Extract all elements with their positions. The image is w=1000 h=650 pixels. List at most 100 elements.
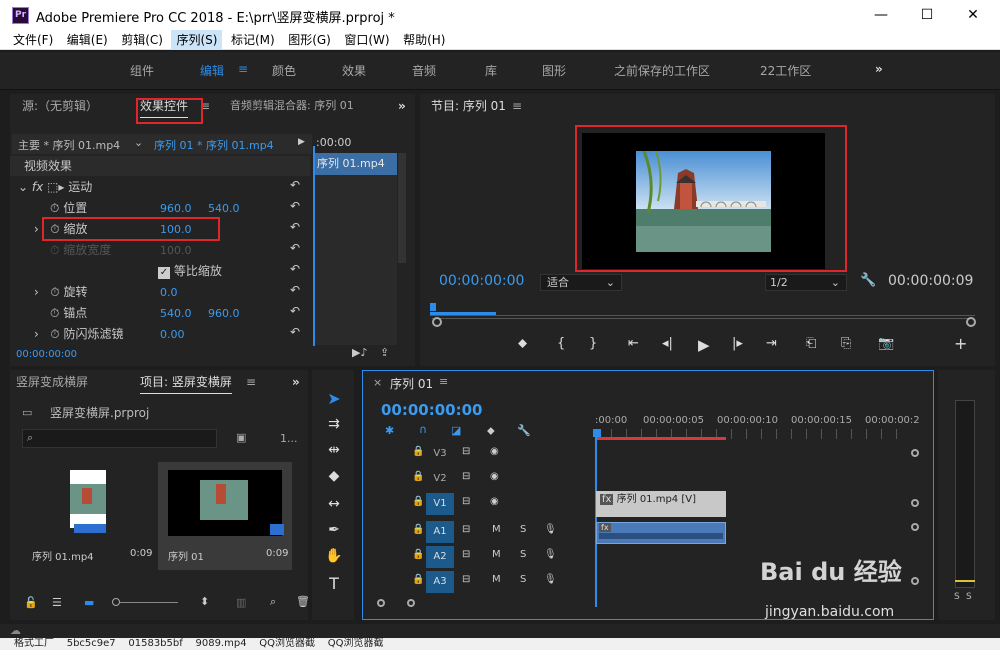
project-item-clip[interactable]: 序列 01.mp4 0:09 [22,462,156,570]
audio-scroll-handle-top[interactable] [911,523,919,531]
video-scroll-handle-bottom[interactable] [911,499,919,507]
wrench-icon[interactable]: 🔧 [860,273,876,288]
ec-scrollbar[interactable] [398,153,406,263]
track-label[interactable]: V2 [426,468,454,490]
step-forward-icon[interactable]: |▸ [732,336,743,351]
menu-graphics[interactable]: 图形(G) [283,30,336,50]
menu-help[interactable]: 帮助(H) [398,30,450,50]
lock-icon[interactable]: 🔓 [24,596,38,609]
lock-icon[interactable]: 🔒 [412,446,424,457]
chevron-down-icon[interactable]: ⌄ [134,136,143,149]
solo-button[interactable]: S [520,524,526,535]
track-label[interactable]: A2 [426,546,454,568]
uniform-scale-checkbox[interactable]: ✓ [158,267,170,279]
track-select-tool-icon[interactable]: ⇉ [322,412,346,436]
reset-anchor-icon[interactable]: ↶ [290,304,300,318]
anchor-y-value[interactable]: 960.0 [208,307,240,320]
new-bin-icon[interactable]: ▣ [236,431,246,444]
zoom-scroll-right[interactable] [407,599,415,607]
stopwatch-icon[interactable]: ⏱ [50,306,59,320]
workspace-menu-icon[interactable]: ≡ [238,62,248,76]
audio-scroll-handle-bottom[interactable] [911,577,919,585]
stopwatch-icon[interactable]: ⏱ [50,201,59,215]
type-tool-icon[interactable]: T [322,572,346,596]
mute-button[interactable]: M [492,574,501,585]
menu-window[interactable]: 窗口(W) [339,30,394,50]
ec-timecode[interactable]: 00:00:00:00 [16,349,77,360]
settings-wrench-icon[interactable]: 🔧 [517,424,531,437]
track-label[interactable]: A3 [426,571,454,593]
workspace-assembly[interactable]: 组件 [130,62,154,79]
track-label[interactable]: A1 [426,521,454,543]
play-icon[interactable]: ▶ [698,336,710,354]
project-menu-icon[interactable]: ≡ [246,370,256,394]
solo-button[interactable]: S [520,574,526,585]
video-clip[interactable]: fx 序列 01.mp4 [V] [596,491,726,517]
menu-clip[interactable]: 剪辑(C) [116,30,168,50]
sync-lock-icon[interactable]: ⊟ [462,574,470,585]
timeline-tab[interactable]: 序列 01 [390,375,433,392]
workspace-libraries[interactable]: 库 [485,62,497,79]
timeline-playhead[interactable] [595,429,597,607]
automate-icon[interactable]: ▥ [236,596,246,609]
reset-scale-width-icon[interactable]: ↶ [290,241,300,255]
zoom-slider-handle[interactable] [112,598,120,606]
program-zoom-bar[interactable] [432,318,972,319]
position-x-value[interactable]: 960.0 [160,202,192,215]
sort-icon[interactable]: ⬍ [200,595,209,608]
menu-edit[interactable]: 编辑(E) [62,30,113,50]
workspace-22[interactable]: 22工作区 [760,62,811,79]
maximize-button[interactable]: ☐ [904,4,950,26]
eye-icon[interactable]: ◉ [490,471,499,482]
mark-in-icon[interactable]: { [557,336,565,351]
track-label[interactable]: V3 [426,443,454,465]
lock-icon[interactable]: 🔒 [412,574,424,585]
ripple-edit-tool-icon[interactable]: ⇹ [322,438,346,462]
workspace-color[interactable]: 颜色 [272,62,296,79]
play-clip-icon[interactable]: ▶♪ [352,346,367,359]
tab-vertical-to-horizontal[interactable]: 竖屏变成横屏 [16,370,88,394]
panel-more-button[interactable]: » [398,94,406,118]
mute-button[interactable]: M [492,549,501,560]
program-menu-icon[interactable]: ≡ [512,94,522,118]
reset-position-icon[interactable]: ↶ [290,199,300,213]
sync-lock-icon[interactable]: ⊟ [462,549,470,560]
menu-sequence[interactable]: 序列(S) [171,30,223,50]
extract-icon[interactable]: ⎘ [841,336,851,351]
project-item-sequence[interactable]: 序列 01 0:09 [158,462,292,570]
go-to-in-icon[interactable]: ⇤ [628,336,639,351]
reset-flicker-icon[interactable]: ↶ [290,325,300,339]
expand-chevron-icon[interactable]: › [34,222,39,236]
lock-icon[interactable]: 🔒 [412,471,424,482]
reset-rotation-icon[interactable]: ↶ [290,283,300,297]
motion-row[interactable]: ⌄ fx ⬚▸ 运动 [10,177,92,197]
mark-out-icon[interactable]: } [589,336,597,351]
project-more-button[interactable]: » [292,370,300,394]
workspace-audio[interactable]: 音频 [412,62,436,79]
lock-icon[interactable]: 🔒 [412,524,424,535]
go-to-out-icon[interactable]: ⇥ [766,336,777,351]
timeline-timecode[interactable]: 00:00:00:00 [381,401,483,419]
sync-lock-icon[interactable]: ⊟ [462,446,470,457]
video-scroll-handle-top[interactable] [911,449,919,457]
menu-file[interactable]: 文件(F) [8,30,58,50]
ec-clip-block[interactable]: 序列 01.mp4 [313,153,397,175]
find-icon[interactable]: ⌕ [270,595,276,609]
camera-icon[interactable]: 📷 [878,336,894,351]
master-clip[interactable]: 主要 * 序列 01.mp4 [18,137,120,153]
lock-icon[interactable]: 🔒 [412,496,424,507]
list-view-icon[interactable]: ☰ [52,596,62,609]
microphone-icon[interactable]: 🎙 [544,524,557,535]
microphone-icon[interactable]: 🎙 [544,549,557,560]
sync-lock-icon[interactable]: ⊟ [462,496,470,507]
program-time-ruler[interactable] [430,308,975,316]
linked-selection-icon[interactable]: ◪ [451,424,461,437]
zoom-scroll-left[interactable] [377,599,385,607]
microphone-icon[interactable]: 🎙 [544,574,557,585]
timeline-menu-icon[interactable]: ≡ [439,375,448,388]
zoom-handle-right[interactable] [966,317,976,327]
razor-tool-icon[interactable]: ◆ [322,464,346,488]
project-search-input[interactable]: ⌕ [22,429,217,448]
close-button[interactable]: ✕ [950,4,996,26]
tab-audio-mixer[interactable]: 音频剪辑混合器: 序列 01 [230,94,354,118]
